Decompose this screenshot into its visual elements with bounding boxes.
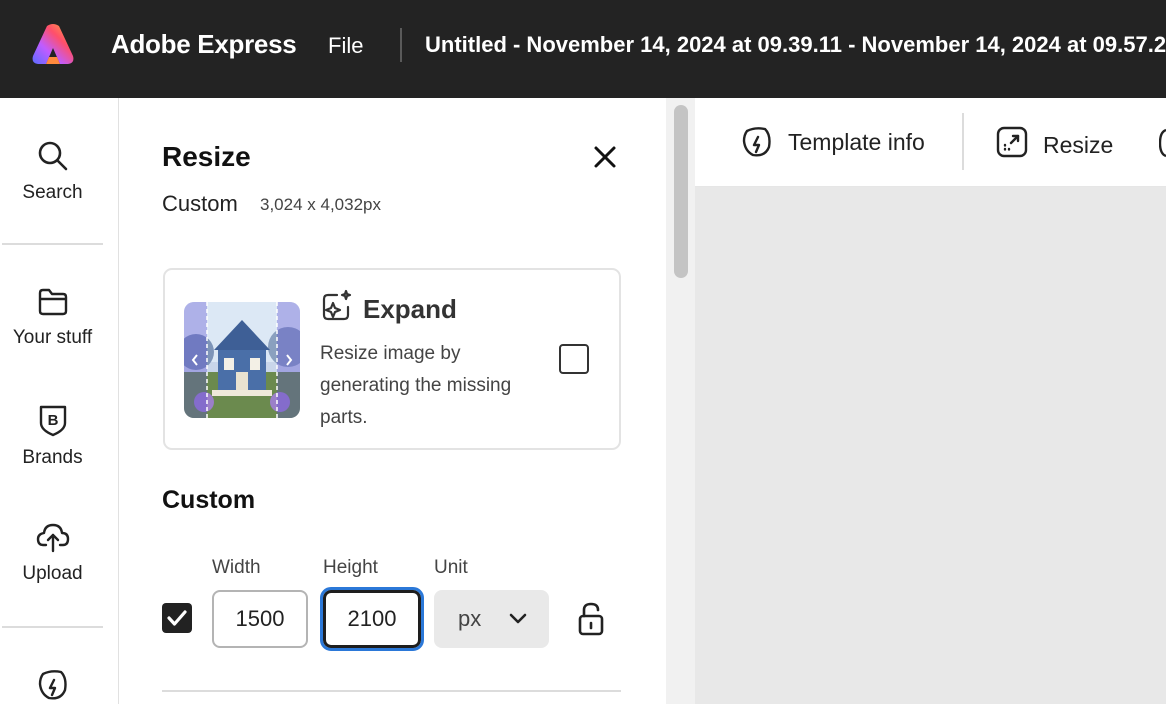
left-rail: Search Your stuff B Brands Upload bbox=[0, 98, 119, 704]
generative-expand-icon bbox=[322, 289, 352, 321]
resize-label: Resize bbox=[1043, 132, 1114, 158]
brand-icon: B bbox=[39, 405, 66, 437]
scrollbar-thumb[interactable] bbox=[674, 105, 688, 278]
current-size-name: Custom bbox=[162, 191, 238, 216]
upload-cloud-icon bbox=[36, 523, 69, 553]
resize-panel: Resize Custom 3,024 x 4,032px Expand Res… bbox=[120, 98, 666, 704]
template-icon bbox=[742, 127, 771, 157]
checkmark-icon bbox=[167, 610, 187, 626]
height-label: Height bbox=[323, 557, 378, 578]
app-name: Adobe Express bbox=[111, 29, 297, 59]
resize-icon bbox=[996, 126, 1028, 158]
height-input[interactable]: 2100 bbox=[320, 587, 424, 651]
more-tools-icon[interactable] bbox=[1159, 128, 1166, 158]
expand-card[interactable]: Expand Resize image by generating the mi… bbox=[163, 268, 621, 450]
svg-text:B: B bbox=[47, 412, 58, 429]
rail-separator bbox=[2, 243, 103, 245]
keep-size-checkbox[interactable] bbox=[162, 603, 192, 633]
rail-item-search[interactable]: Search bbox=[0, 140, 105, 204]
expand-checkbox[interactable] bbox=[559, 344, 589, 374]
chevron-down-icon bbox=[509, 613, 527, 624]
unlock-icon[interactable] bbox=[576, 601, 606, 637]
rail-item-templates[interactable] bbox=[0, 668, 105, 702]
canvas-toolbar: Template info Resize bbox=[695, 98, 1166, 187]
unit-select[interactable]: px bbox=[434, 590, 549, 648]
rail-label-your-stuff: Your stuff bbox=[12, 327, 93, 348]
document-title[interactable]: Untitled - November 14, 2024 at 09.39.11… bbox=[425, 32, 1166, 58]
close-icon[interactable] bbox=[590, 142, 620, 172]
panel-separator bbox=[162, 690, 621, 692]
panel-title: Resize bbox=[162, 141, 251, 172]
expand-description: Resize image by generating the missing p… bbox=[320, 343, 512, 428]
unit-select-value: px bbox=[458, 606, 482, 631]
folder-icon bbox=[38, 288, 67, 316]
search-icon bbox=[38, 141, 67, 171]
template-icon bbox=[38, 670, 67, 700]
toolbar-divider bbox=[962, 113, 964, 170]
rail-label-upload: Upload bbox=[22, 563, 83, 584]
width-label: Width bbox=[212, 557, 261, 578]
template-info-button[interactable]: Template info bbox=[740, 98, 940, 187]
width-input[interactable]: 1500 bbox=[212, 590, 308, 648]
rail-label-brands: Brands bbox=[22, 447, 83, 468]
current-size-dimensions: 3,024 x 4,032px bbox=[260, 195, 381, 214]
expand-title: Expand bbox=[363, 294, 457, 324]
topbar-divider bbox=[400, 28, 402, 62]
expand-thumbnail-image bbox=[184, 302, 300, 418]
canvas-area[interactable] bbox=[695, 187, 1166, 704]
resize-button[interactable]: Resize bbox=[995, 98, 1115, 187]
rail-item-upload[interactable]: Upload bbox=[0, 521, 105, 585]
top-bar: Adobe Express File Untitled - November 1… bbox=[0, 0, 1166, 98]
unit-label: Unit bbox=[434, 557, 468, 578]
rail-label-search: Search bbox=[22, 182, 83, 203]
rail-separator bbox=[2, 626, 103, 628]
template-info-label: Template info bbox=[788, 129, 925, 155]
file-menu[interactable]: File bbox=[328, 33, 363, 59]
panel-scrollbar[interactable] bbox=[666, 98, 695, 704]
rail-item-brands[interactable]: B Brands bbox=[0, 403, 105, 469]
custom-heading: Custom bbox=[162, 486, 256, 514]
adobe-express-logo[interactable] bbox=[31, 23, 75, 65]
rail-item-your-stuff[interactable]: Your stuff bbox=[0, 287, 105, 349]
